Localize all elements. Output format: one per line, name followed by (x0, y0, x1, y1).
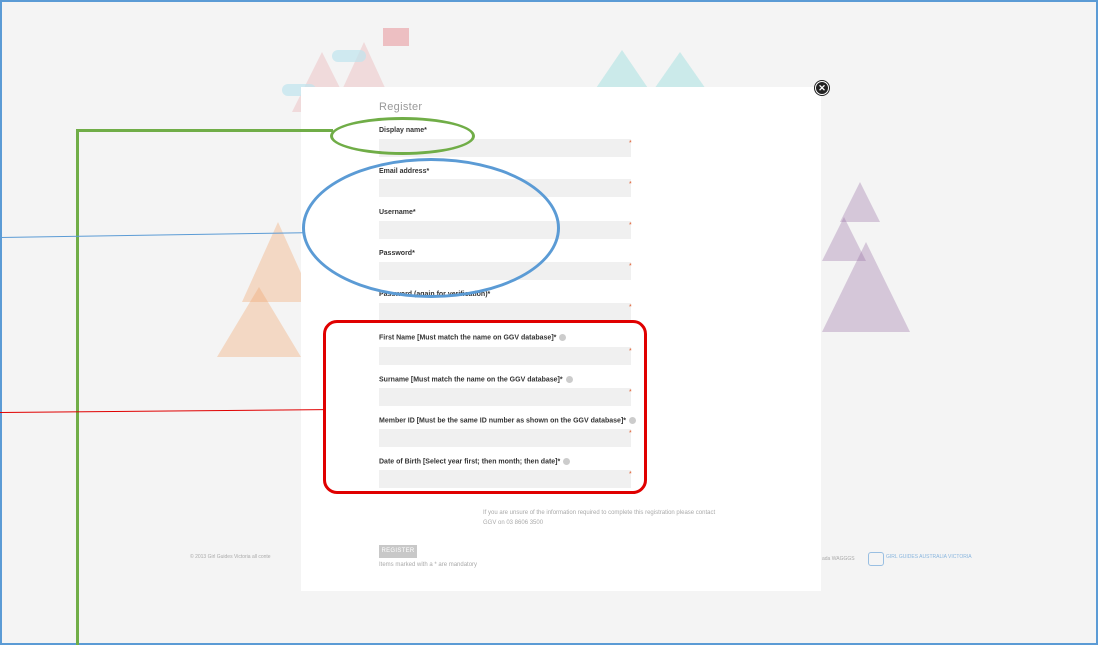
required-marker: * (629, 263, 632, 270)
tent-decoration (652, 52, 708, 92)
footer-logo-text: GIRL GUIDES AUSTRALIA VICTORIA (886, 554, 972, 560)
annotation-blue-ellipse (302, 158, 560, 298)
required-marker: * (629, 181, 632, 188)
form-title: Register (379, 101, 423, 113)
girl-guides-logo-icon[interactable] (868, 552, 884, 566)
required-marker: * (629, 140, 632, 147)
tent-decoration (822, 217, 866, 261)
password-confirm-field[interactable] (379, 303, 631, 321)
cloud-decoration (332, 50, 366, 62)
required-marker: * (629, 304, 632, 311)
help-text: If you are unsure of the information req… (483, 508, 783, 528)
help-text-phone: GGV on 03 8606 3500 (483, 520, 544, 526)
close-icon[interactable]: ✕ (815, 81, 829, 95)
flag-decoration (383, 28, 409, 46)
register-button[interactable]: REGISTER (379, 545, 417, 558)
annotation-green-line (76, 129, 79, 645)
help-text-line: If you are unsure of the information req… (483, 510, 716, 516)
required-marker: * (629, 222, 632, 229)
annotation-red-box (323, 320, 647, 494)
footer-links[interactable]: ada WAGGGS (822, 556, 855, 562)
annotation-green-line (76, 129, 333, 132)
footer-copyright: © 2013 Girl Guides Victoria all conte (190, 554, 271, 560)
annotation-green-ellipse (330, 117, 475, 155)
tent-decoration (840, 182, 880, 222)
mandatory-note: Items marked with a * are mandatory (379, 562, 478, 568)
